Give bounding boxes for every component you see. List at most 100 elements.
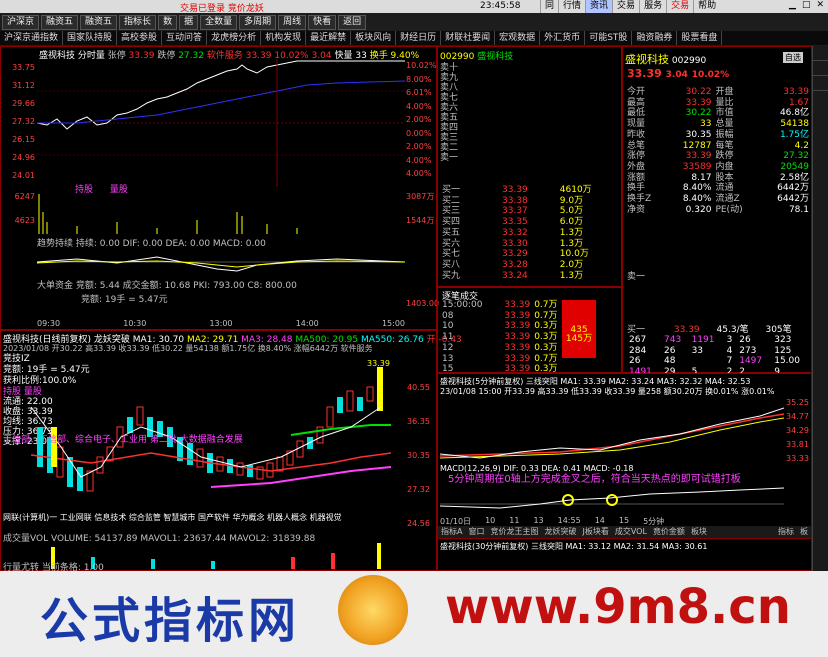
min5-macd-header: MACD(12,26,9) DIF: 0.33 DEA: 0.41 MACD: … (440, 464, 634, 473)
tab-item[interactable]: 最近解禁 (306, 31, 352, 45)
sidebar-button[interactable] (813, 76, 828, 91)
stream-price: 33.39 (504, 332, 531, 343)
min5-macd-chart (440, 487, 784, 509)
price-axis-left: 33.75 31.12 29.66 27.32 26.15 24.96 24.0… (1, 59, 35, 185)
top-menu: 同 行情 资讯 交易 服务 交易 帮助 (540, 0, 720, 13)
menu-item[interactable]: 交易 (612, 0, 639, 13)
buy-table: 买一 33.39 4610万 买二 33.38 9.0万 买三 33.37 5.0万 买四 3… (440, 185, 594, 281)
tab-item[interactable]: 互动问答 (162, 31, 208, 45)
sidebar-button[interactable] (813, 46, 828, 61)
indicator-tabs: 指标A 窗口 竞价龙王主图 龙妖突破 J板块看 成交VOL 竟价金额 板块 指标… (438, 526, 811, 538)
menu-item[interactable]: 服务 (639, 0, 666, 13)
indicator-tab[interactable]: 龙妖突破 (541, 526, 579, 538)
indicator-tab[interactable]: 指标A (438, 526, 465, 538)
buy-row[interactable]: 买七 33.29 10.0万 (440, 249, 594, 260)
stock-code: 002990 (440, 52, 475, 62)
tab-item[interactable]: 沪深京通指数 (0, 31, 64, 45)
stat-value: 2.58亿 (779, 172, 809, 183)
toolbar-button[interactable]: 沪深京 (2, 14, 40, 30)
menu-item[interactable]: 帮助 (693, 0, 720, 13)
minimize-icon[interactable]: ▁ (789, 0, 796, 10)
stat-key: 均线: (3, 417, 25, 427)
tab-item[interactable]: 高校参股 (117, 31, 163, 45)
menu-item[interactable]: 同 (540, 0, 558, 13)
stat-row: 涨停 33.39 跌停 27.32 (625, 151, 811, 162)
buy-row[interactable]: 买九 33.24 1.3万 (440, 271, 594, 282)
indicator-tab[interactable]: J板块看 (579, 526, 611, 538)
maximize-icon[interactable]: □ (802, 0, 811, 10)
buy-row[interactable]: 买三 33.37 5.0万 (440, 206, 594, 217)
time-tick: 10:30 (123, 319, 147, 328)
tab-item[interactable]: 机构发现 (261, 31, 307, 45)
tab-item[interactable]: 外汇货币 (540, 31, 586, 45)
buy-row[interactable]: 买五 33.32 1.3万 (440, 228, 594, 239)
menu-item[interactable]: 交易 (666, 0, 693, 13)
toolbar-button[interactable]: 周线 (278, 14, 307, 30)
watermark-banner: 公式指标网 www.9m8.cn (0, 571, 828, 657)
toolbar-button[interactable]: 返回 (338, 14, 367, 30)
stream-price: 33.39 (504, 300, 531, 310)
buy-vol: 2.0万 (559, 259, 584, 270)
stat-value: 8.17 (691, 172, 712, 183)
toolbar-button[interactable]: 融资五 (41, 14, 79, 30)
tab-item[interactable]: 板块风向 (351, 31, 397, 45)
sell-label: 卖八 (440, 83, 459, 93)
vol-axis-right: 3087万 1544万 (406, 185, 434, 233)
time-tick: 14:00 (295, 319, 319, 328)
toolbar-button[interactable]: 快看 (308, 14, 337, 30)
toolbar-button[interactable]: 融资五 (80, 14, 118, 30)
buy-row[interactable]: 买二 33.38 9.0万 (440, 196, 594, 207)
toolbar-button[interactable]: 多周期 (239, 14, 277, 30)
tab-item[interactable]: 股票看盘 (677, 31, 723, 45)
axis-tick: 34.29 (786, 426, 809, 435)
buy-price: 33.35 (502, 217, 528, 228)
buy1-price: 33.39 (673, 325, 700, 335)
quote-title: 盛视科技 002990 (625, 51, 706, 67)
menu-item[interactable]: 行情 (558, 0, 585, 13)
tab-item[interactable]: 融资融券 (632, 31, 678, 45)
stat-label: 现量 (627, 119, 646, 130)
tab-item[interactable]: 财联社要闻 (441, 31, 496, 45)
indicator-tab[interactable]: 板块 (688, 526, 710, 538)
tab-item[interactable]: 财经日历 (396, 31, 442, 45)
stream-time: 15:00:00 (442, 300, 483, 310)
queue-cell: 284 (629, 345, 647, 356)
indicator-tab[interactable]: 竞价龙王主图 (487, 526, 541, 538)
toolbar-button[interactable]: 数 (158, 14, 178, 30)
close-icon[interactable]: ✕ (816, 0, 824, 10)
queue-grid: 267 743 1191 3 26 323 284 26 33 4 273 125 26 48 7 149… (627, 335, 811, 378)
toolbar-button[interactable]: 指标长 (119, 14, 157, 30)
buy-vol: 5.0万 (559, 206, 584, 217)
stat-label: 涨停 (627, 151, 646, 162)
sell-label: 卖一 (440, 153, 459, 163)
toolbar-button[interactable]: 全数量 (200, 14, 238, 30)
indicator-tab[interactable]: 窗口 (465, 526, 487, 538)
buy-label: 买四 (442, 217, 461, 228)
buy-row[interactable]: 买一 33.39 4610万 (440, 185, 594, 196)
axis-tick: 24.96 (12, 153, 35, 162)
buy-row[interactable]: 买六 33.30 1.3万 (440, 239, 594, 250)
watchlist-button[interactable]: 自选 (783, 52, 803, 63)
tab-item[interactable]: 国家队持股 (63, 31, 118, 45)
indicator-tab[interactable]: 指标 (775, 526, 797, 538)
tab-item[interactable]: 龙虎榜分析 (207, 31, 262, 45)
buy-row[interactable]: 买八 33.28 2.0万 (440, 260, 594, 271)
sell-label: 卖七 (440, 93, 459, 103)
right-sidebar (812, 46, 828, 571)
tab-item[interactable]: 可能ST股 (585, 31, 633, 45)
dif-line (37, 256, 405, 272)
indicator-tab[interactable]: 竟价金额 (650, 526, 688, 538)
watermark-logo-icon (338, 575, 408, 645)
tab-item[interactable]: 宏观数据 (495, 31, 541, 45)
stream-time: 11 (442, 332, 454, 343)
buy-row[interactable]: 买四 33.35 6.0万 (440, 217, 594, 228)
stat-label: 跌停 (715, 151, 734, 162)
indicator-tab[interactable]: 成交VOL (612, 526, 650, 538)
menu-item-active[interactable]: 资讯 (585, 0, 613, 13)
toolbar-button[interactable]: 据 (179, 14, 199, 30)
sidebar-button[interactable] (813, 61, 828, 76)
indicator-tab[interactable]: 板 (797, 526, 811, 538)
big-order-header: 大单资金 竞额: 5.44 成交金额: 10.68 PKI: 793.00 C8… (37, 281, 297, 291)
queue-cell: 323 (774, 335, 792, 345)
stream-time: 12 (442, 342, 454, 353)
